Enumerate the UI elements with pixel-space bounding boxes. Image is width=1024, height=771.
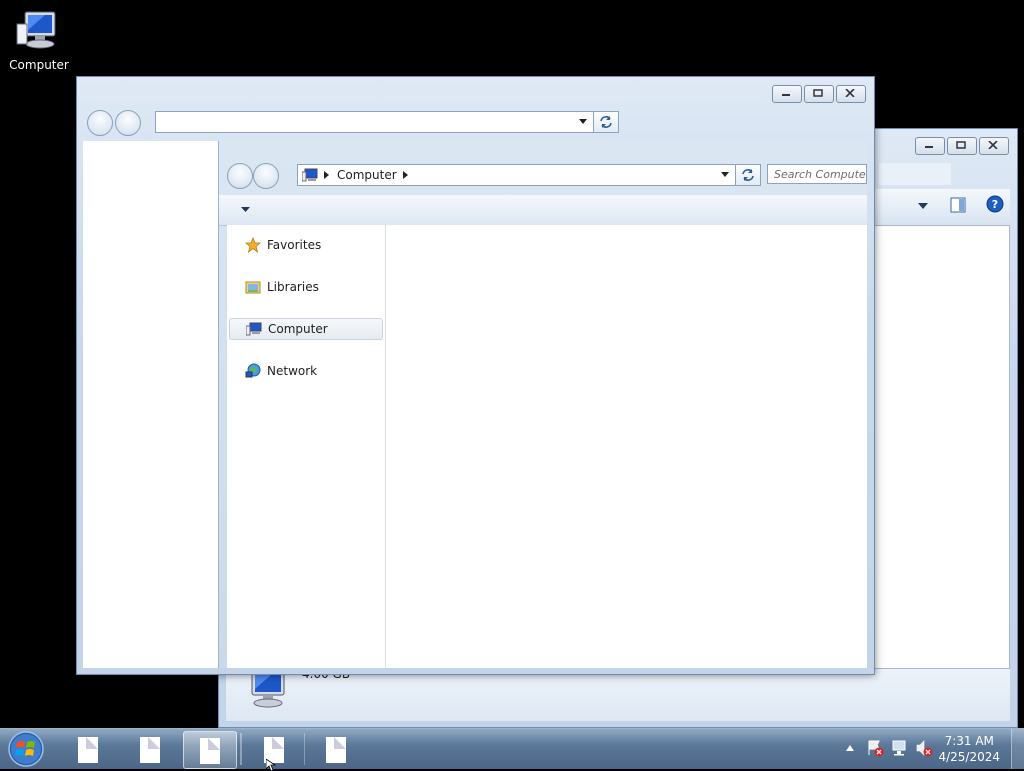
front-refresh-button[interactable]	[593, 111, 619, 133]
front-explorer-window[interactable]: Computer Search Computer Favorites Libra…	[76, 76, 875, 675]
document-icon	[326, 737, 346, 763]
maximize-button[interactable]	[804, 85, 834, 103]
computer-icon	[251, 670, 285, 708]
close-button[interactable]	[979, 137, 1009, 155]
nav-item-label: Favorites	[267, 238, 322, 252]
breadcrumb-arrow-icon[interactable]	[324, 171, 329, 179]
preview-pane-icon[interactable]	[950, 197, 966, 213]
inner-explorer: Computer Search Computer Favorites Libra…	[219, 141, 867, 668]
taskbar-item-2[interactable]	[124, 731, 176, 767]
chevron-down-icon[interactable]	[579, 119, 587, 124]
minimize-button[interactable]	[772, 85, 802, 103]
nav-item-network[interactable]: Network	[229, 361, 381, 381]
network-status-icon[interactable]	[891, 739, 909, 757]
start-button[interactable]	[6, 730, 46, 768]
close-button[interactable]	[836, 85, 866, 103]
computer-icon	[302, 168, 318, 182]
nav-item-favorites[interactable]: Favorites	[229, 235, 381, 255]
inner-forward-button[interactable]	[253, 163, 279, 189]
chevron-down-icon[interactable]	[721, 172, 729, 177]
star-icon	[245, 237, 261, 253]
svg-text:?: ?	[992, 198, 998, 211]
navigation-pane: Favorites Libraries Computer Network	[227, 225, 386, 668]
refresh-icon	[742, 169, 754, 181]
inner-toolbar	[219, 195, 867, 226]
libraries-icon	[245, 281, 261, 294]
computer-icon	[246, 322, 262, 336]
desktop-computer-icon[interactable]: Computer	[6, 8, 72, 76]
nav-item-label: Network	[267, 364, 318, 378]
back-caption-buttons	[915, 137, 1009, 155]
document-icon	[200, 738, 220, 764]
breadcrumb-computer[interactable]: Computer	[337, 168, 397, 182]
mouse-cursor-icon	[266, 759, 276, 771]
show-desktop-button[interactable]	[1011, 729, 1024, 769]
document-icon	[140, 737, 160, 763]
clock-time: 7:31 AM	[944, 734, 994, 748]
volume-muted-icon[interactable]	[915, 739, 933, 757]
document-icon	[78, 737, 98, 763]
taskbar-separator	[304, 733, 305, 765]
desktop-icon-label: Computer	[9, 58, 69, 72]
taskbar-item-3[interactable]	[183, 731, 237, 769]
taskbar-item-5[interactable]	[310, 731, 362, 767]
taskbar: 7:31 AM 4/25/2024	[0, 728, 1024, 771]
nav-item-computer[interactable]: Computer	[229, 318, 383, 340]
network-icon	[245, 363, 261, 378]
front-address-bar[interactable]	[155, 111, 594, 133]
help-icon[interactable]: ?	[986, 195, 1004, 213]
system-clock[interactable]: 7:31 AM 4/25/2024	[938, 733, 1000, 765]
show-hidden-icons-icon[interactable]	[846, 745, 854, 751]
maximize-button[interactable]	[947, 137, 977, 155]
back-details-pane: 4.00 GB	[226, 667, 1010, 721]
forward-nav-button[interactable]	[115, 110, 141, 136]
back-nav-button[interactable]	[87, 110, 113, 136]
minimize-button[interactable]	[915, 137, 945, 155]
search-input[interactable]: Search Computer	[767, 164, 867, 184]
content-pane[interactable]	[386, 225, 867, 668]
front-caption-buttons	[772, 85, 866, 103]
action-center-icon[interactable]	[866, 739, 884, 757]
taskbar-item-1[interactable]	[62, 731, 114, 767]
front-left-pane	[83, 141, 219, 668]
computer-icon	[16, 11, 56, 49]
inner-refresh-button[interactable]	[735, 164, 761, 186]
inner-address-bar[interactable]: Computer	[297, 164, 736, 186]
inner-back-button[interactable]	[227, 163, 253, 189]
refresh-icon	[600, 116, 612, 128]
clock-date: 4/25/2024	[938, 750, 1000, 764]
back-search-area[interactable]	[879, 163, 951, 185]
chevron-down-icon[interactable]	[918, 203, 928, 209]
chevron-down-icon[interactable]	[241, 207, 250, 212]
nav-item-label: Libraries	[267, 280, 319, 294]
nav-item-label: Computer	[268, 322, 328, 336]
taskbar-separator	[240, 733, 242, 765]
breadcrumb-arrow-icon[interactable]	[402, 171, 408, 179]
nav-item-libraries[interactable]: Libraries	[229, 277, 381, 297]
